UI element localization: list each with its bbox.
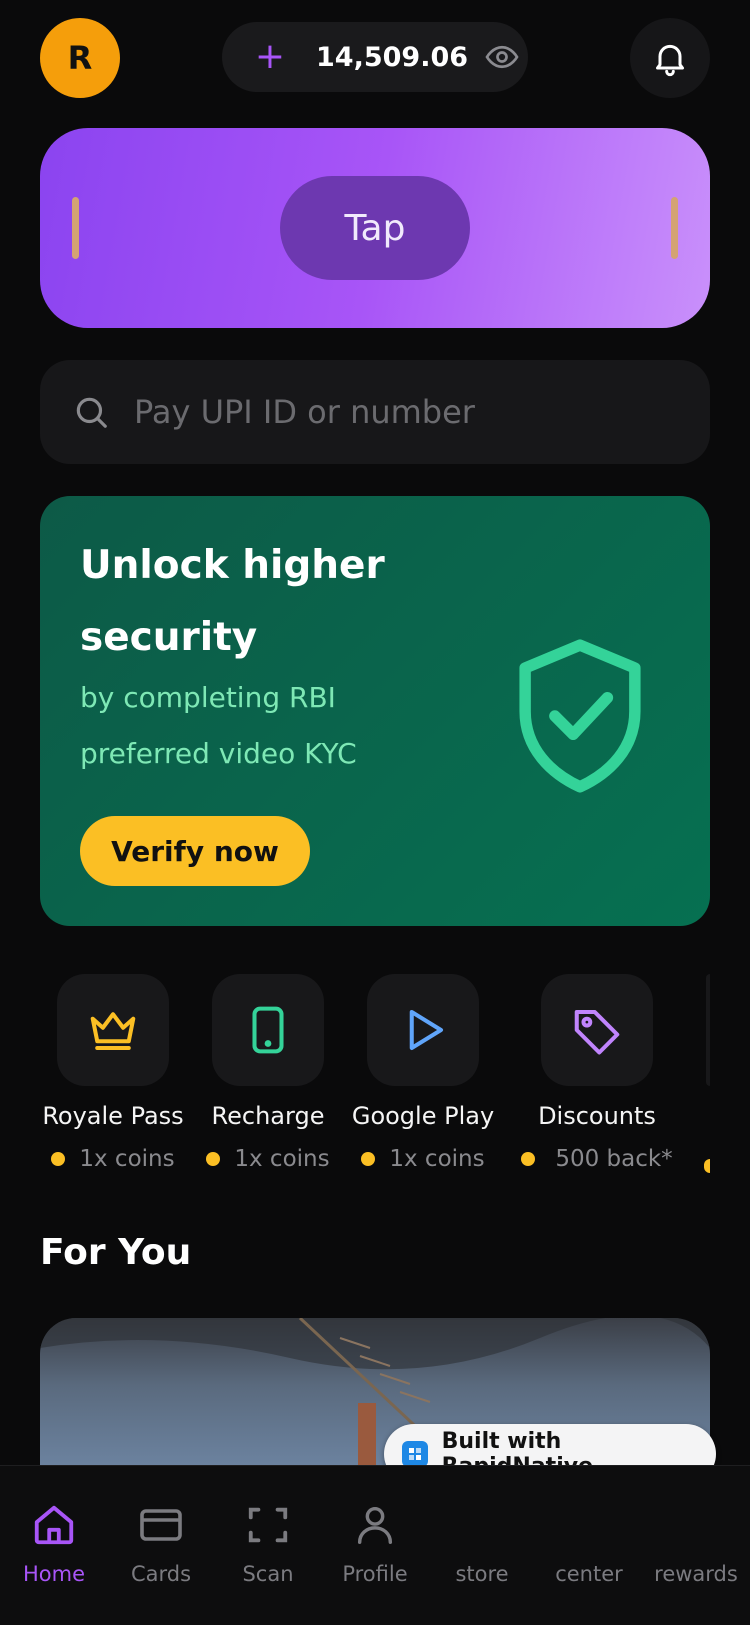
verify-now-button[interactable]: Verify now — [80, 816, 310, 886]
avatar[interactable]: R — [40, 18, 120, 98]
eye-icon[interactable] — [484, 39, 520, 75]
quick-action-label: Discounts — [538, 1102, 656, 1130]
right-handle[interactable] — [671, 197, 678, 259]
coin-icon — [521, 1152, 536, 1166]
kyc-title: Unlock higher security — [80, 543, 385, 660]
nav-item-center[interactable]: center — [535, 1500, 643, 1586]
coin-icon — [704, 1159, 710, 1173]
quick-action-sub: 1x coins — [389, 1146, 485, 1172]
nav-label: Profile — [342, 1562, 408, 1586]
kyc-subtitle: by completing RBI preferred video KYC — [80, 681, 357, 770]
nav-item-cards[interactable]: Cards — [107, 1500, 215, 1586]
quick-action-discounts[interactable]: Discounts 500 back* — [519, 974, 675, 1194]
quick-action-next-partial[interactable] — [706, 974, 710, 1086]
left-handle[interactable] — [72, 197, 79, 259]
search-bar[interactable] — [40, 360, 710, 464]
bottom-nav: Home Cards Scan Profile store center rew… — [0, 1465, 750, 1625]
notifications-button[interactable] — [630, 18, 710, 98]
card-icon — [140, 1509, 182, 1541]
phone-icon — [252, 1006, 284, 1054]
quick-action-label: Royale Pass — [42, 1102, 184, 1130]
quick-action-sub: 1x coins — [234, 1146, 330, 1172]
nav-label: rewards — [654, 1562, 738, 1586]
nav-label: Cards — [130, 1562, 192, 1586]
balance-pill[interactable]: + 14,509.06 — [222, 22, 528, 92]
tap-button[interactable]: Tap — [280, 176, 470, 280]
quick-action-google-play[interactable]: Google Play 1x coins — [348, 974, 498, 1194]
coin-icon — [361, 1152, 376, 1166]
nav-item-profile[interactable]: Profile — [321, 1500, 429, 1586]
nav-label: center — [555, 1562, 623, 1586]
crown-icon — [90, 1012, 136, 1051]
shield-check-icon — [519, 639, 641, 793]
nav-item-store[interactable]: store — [428, 1500, 536, 1586]
search-input[interactable] — [132, 392, 656, 432]
rapidnative-logo-icon — [402, 1441, 428, 1467]
plus-icon[interactable]: + — [250, 39, 290, 75]
tap-banner[interactable]: Tap — [40, 128, 710, 328]
verify-now-label: Verify now — [111, 834, 279, 868]
play-icon — [409, 1009, 444, 1051]
nav-label: Home — [22, 1562, 85, 1586]
tap-button-label: Tap — [344, 207, 406, 249]
quick-action-label: Recharge — [211, 1102, 325, 1130]
scan-icon — [248, 1507, 288, 1543]
search-icon — [76, 397, 107, 428]
quick-action-label: Google Play — [351, 1102, 495, 1130]
quick-action-sub: 1x coins — [79, 1146, 175, 1172]
coin-icon — [206, 1152, 221, 1166]
nav-label: Scan — [242, 1562, 294, 1586]
home-icon — [34, 1505, 74, 1545]
nav-label: store — [455, 1562, 509, 1586]
balance-amount: 14,509.06 — [316, 41, 469, 73]
avatar-initial: R — [67, 39, 93, 77]
nav-item-home[interactable]: Home — [0, 1500, 108, 1586]
user-icon — [357, 1506, 393, 1544]
coin-icon — [51, 1152, 66, 1166]
quick-action-recharge[interactable]: Recharge 1x coins — [193, 974, 343, 1194]
bell-icon — [656, 44, 684, 77]
nav-item-rewards[interactable]: rewards — [642, 1500, 750, 1586]
section-title: For You — [40, 1232, 192, 1273]
quick-action-royale-pass[interactable]: Royale Pass 1x coins — [38, 974, 188, 1194]
kyc-card: Unlock higher security by completing RBI… — [40, 496, 710, 926]
nav-item-scan[interactable]: Scan — [214, 1500, 322, 1586]
tag-icon — [574, 1009, 620, 1055]
quick-action-sub: 500 back* — [555, 1146, 673, 1172]
